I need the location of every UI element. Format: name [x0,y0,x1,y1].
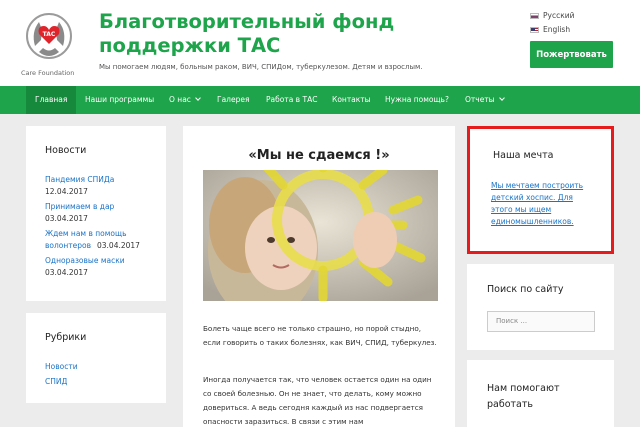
child-with-sun-image [203,170,438,301]
news-date: 03.04.2017 [45,214,88,223]
nav-item-work[interactable]: Работа в ТАС [257,86,326,114]
nav-item-need-help[interactable]: Нужна помощь? [376,86,458,114]
rubrics-widget [26,313,166,403]
nav-item-gallery[interactable]: Галерея [208,86,258,114]
donate-button[interactable]: Пожертвовать [530,41,613,68]
site-title[interactable]: Благотворительный фонд поддержки ТАС [99,10,459,58]
news-link[interactable]: Пандемия СПИДа [45,175,114,184]
site-header: TAC Care Foundation Благотворительный фо… [0,0,640,86]
article-hero-image [203,170,438,301]
site-logo[interactable]: TAC Care Foundation [21,10,74,77]
news-link[interactable]: Одноразовые маски [45,256,125,265]
helpers-widget-title-line2: работать [487,399,534,410]
search-widget-title: Поиск по сайту [487,284,564,295]
article-paragraph: Иногда получается так, что человек остае… [203,375,432,426]
highlight-outline [467,126,614,254]
news-widget-title: Новости [45,145,87,156]
rubrics-widget-title: Рубрики [45,332,87,343]
nav-item-label: Отчеты [465,95,495,104]
chevron-down-icon [498,95,505,101]
language-english[interactable]: English [530,25,570,34]
nav-item-contacts[interactable]: Контакты [323,86,380,114]
search-widget [467,264,614,350]
helpers-widget-title-line1: Нам помогают [487,383,560,394]
language-russian[interactable]: Русский [530,11,575,20]
site-tagline: Мы помогаем людям, больным раком, ВИЧ, С… [99,63,423,71]
nav-item-label: О нас [169,95,191,104]
news-link-continued[interactable]: волонтеров [45,241,91,250]
rubric-link[interactable]: СПИД [45,377,67,386]
nav-item-reports[interactable]: Отчеты [456,86,513,114]
nav-item-programs[interactable]: Наши программы [76,86,163,114]
article-paragraph: Болеть чаще всего не только страшно, но … [203,324,437,347]
news-link[interactable]: Ждем нам в помощь [45,229,127,238]
main-navigation: Главная Наши программы О нас Галерея Раб… [0,86,640,114]
news-link[interactable]: Принимаем в дар [45,202,114,211]
language-label: English [543,25,571,34]
heart-hands-logo-icon: TAC [26,13,72,59]
news-date: 12.04.2017 [45,187,88,196]
site-title-line1: Благотворительный фонд [99,10,395,33]
site-title-line2: поддержки ТАС [99,34,281,57]
logo-badge-text: TAC [43,31,56,38]
russia-flag-icon [530,12,539,19]
nav-item-about[interactable]: О нас [160,86,209,114]
nav-item-home[interactable]: Главная [26,86,77,114]
news-date: 03.04.2017 [45,268,88,277]
rubric-link[interactable]: Новости [45,362,78,371]
usa-flag-icon [530,26,539,33]
article-title[interactable]: «Мы не сдаемся !» [183,148,455,163]
chevron-down-icon [195,95,201,101]
language-label: Русский [543,11,575,20]
logo-caption: Care Foundation [21,69,75,77]
news-date: 03.04.2017 [97,241,140,250]
search-input[interactable]: Поиск ... [487,311,595,332]
